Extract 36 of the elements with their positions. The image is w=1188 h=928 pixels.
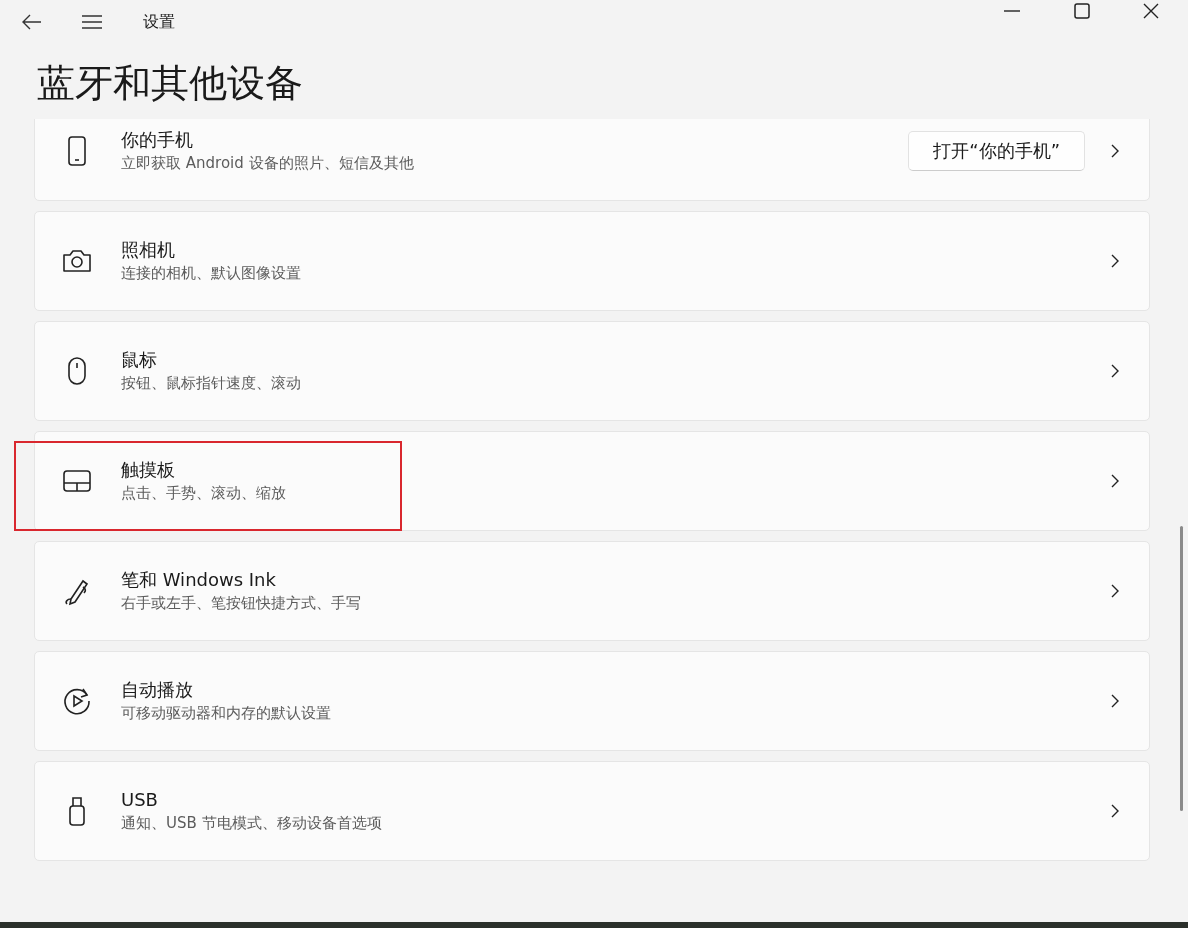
chevron-icon	[1111, 364, 1119, 378]
item-title: 触摸板	[121, 458, 176, 482]
item-title: 你的手机	[121, 128, 194, 152]
settings-card[interactable]: 照相机 连接的相机、默认图像设置	[34, 211, 1150, 311]
chevron-icon	[1111, 694, 1119, 708]
maximize-icon[interactable]	[1074, 3, 1090, 19]
item-title: 照相机	[121, 238, 176, 262]
item-description: 右手或左手、笔按钮快捷方式、手写	[121, 593, 362, 614]
item-description: 立即获取 Android 设备的照片、短信及其他	[121, 153, 415, 174]
chevron-icon	[1111, 584, 1119, 598]
item-description: 连接的相机、默认图像设置	[121, 263, 302, 284]
item-title: 自动播放	[121, 678, 194, 702]
item-title: USB	[121, 788, 159, 812]
chevron-icon	[1111, 474, 1119, 488]
open-app-button[interactable]: 打开“你的手机”	[908, 131, 1085, 171]
item-description: 通知、USB 节电模式、移动设备首选项	[121, 813, 383, 834]
item-title: 笔和 Windows Ink	[121, 568, 277, 592]
item-description: 可移动驱动器和内存的默认设置	[121, 703, 332, 724]
chevron-icon	[1111, 804, 1119, 818]
item-description: 点击、手势、滚动、缩放	[121, 483, 287, 504]
settings-card[interactable]: 触摸板 点击、手势、滚动、缩放	[34, 431, 1150, 531]
close-icon[interactable]	[1143, 3, 1159, 19]
window-title: 设置	[143, 12, 175, 33]
settings-card[interactable]: 鼠标 按钮、鼠标指针速度、滚动	[34, 321, 1150, 421]
page-heading: 蓝牙和其他设备	[36, 60, 304, 107]
back-icon[interactable]	[22, 14, 42, 30]
item-description: 按钮、鼠标指针速度、滚动	[121, 373, 302, 394]
settings-card[interactable]: 自动播放 可移动驱动器和内存的默认设置	[34, 651, 1150, 751]
chevron-icon	[1111, 144, 1119, 158]
settings-card[interactable]: 笔和 Windows Ink 右手或左手、笔按钮快捷方式、手写	[34, 541, 1150, 641]
menu-icon[interactable]	[82, 14, 102, 30]
item-title: 鼠标	[121, 348, 158, 372]
scrollbar[interactable]	[1180, 526, 1183, 811]
settings-card[interactable]: 你的手机 立即获取 Android 设备的照片、短信及其他 打开“你的手机”	[34, 119, 1150, 201]
chevron-icon	[1111, 254, 1119, 268]
settings-card[interactable]: USB 通知、USB 节电模式、移动设备首选项	[34, 761, 1150, 861]
